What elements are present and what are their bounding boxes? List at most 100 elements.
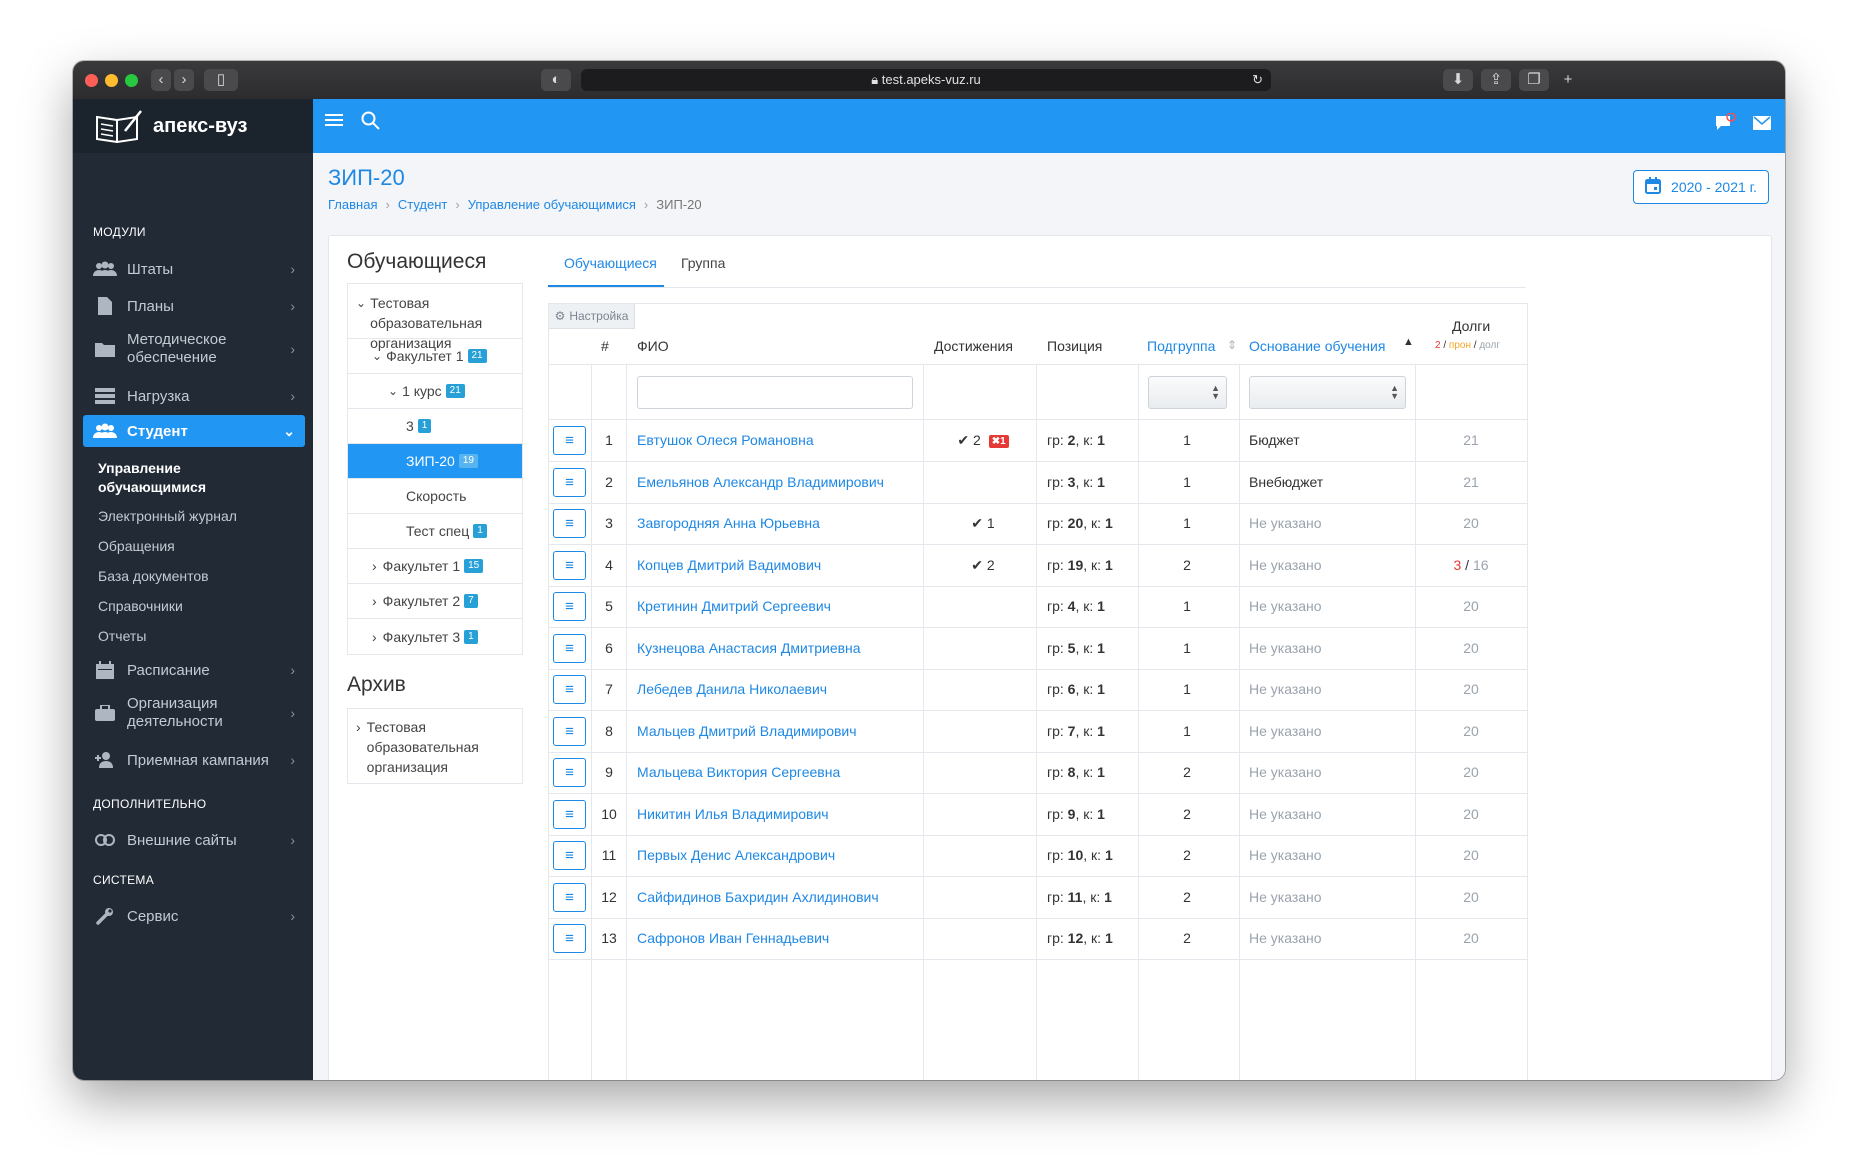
student-name-link[interactable]: Никитин Илья Владимирович	[637, 794, 829, 835]
tab-group[interactable]: Группа	[681, 255, 725, 271]
student-name-link[interactable]: Кузнецова Анастасия Дмитриевна	[637, 628, 861, 669]
sidebar-item-organization[interactable]: Организация деятельности ›	[83, 689, 305, 737]
forward-icon[interactable]: ›	[174, 69, 194, 91]
tree-row-faculty[interactable]: › Факультет 27	[348, 584, 522, 619]
brand[interactable]: апекс-вуз	[73, 99, 313, 153]
tree-row-faculty[interactable]: › Факультет 31	[348, 619, 522, 654]
minimize-window-button[interactable]	[105, 74, 118, 87]
mail-icon[interactable]	[1753, 116, 1771, 135]
sidebar-item-staff[interactable]: Штаты ›	[83, 251, 305, 287]
breadcrumb-student[interactable]: Студент	[398, 197, 448, 212]
tree-row-group[interactable]: 31	[348, 409, 522, 444]
row-menu-button[interactable]: ≡	[553, 882, 586, 912]
student-name-link[interactable]: Сайфидинов Бахридин Ахлидинович	[637, 877, 879, 918]
sort-both-icon[interactable]: ⇕	[1227, 338, 1237, 352]
sidebar-item-service[interactable]: Сервис ›	[83, 898, 305, 934]
table-row[interactable]: ≡ 5 Кретинин Дмитрий Сергеевич гр: 4, к: 11…	[549, 586, 1527, 628]
table-row[interactable]: ≡ 1 Евтушок Олеся Романовна ✔ 2 ✖1 гр: 2, к: …	[549, 420, 1527, 462]
row-menu-button[interactable]: ≡	[553, 592, 586, 621]
search-icon[interactable]	[361, 111, 380, 135]
row-menu-button[interactable]: ≡	[553, 467, 586, 497]
tabs-overview-icon[interactable]: ❐	[1519, 69, 1549, 91]
hamburger-icon[interactable]	[325, 112, 343, 133]
sidebar-toggle-icon[interactable]: ▯	[204, 69, 238, 91]
row-menu-button[interactable]: ≡	[553, 924, 586, 953]
sub-item-documents[interactable]: База документов	[98, 568, 209, 584]
student-name-link[interactable]: Завгородняя Анна Юрьевна	[637, 503, 820, 544]
sort-asc-icon[interactable]: ▲	[1403, 336, 1414, 348]
name-filter-input[interactable]	[637, 376, 913, 409]
table-row[interactable]: ≡ 13 Сафронов Иван Геннадьевич гр: 12, к: 1…	[549, 918, 1527, 960]
student-name-link[interactable]: Копцев Дмитрий Вадимович	[637, 545, 821, 586]
tree-row-org[interactable]: ⌄ Тестовая образовательная организация	[348, 284, 522, 351]
back-icon[interactable]: ‹	[151, 69, 171, 91]
achievements-cell	[933, 835, 1033, 876]
settings-button[interactable]: ⚙ Настройка	[549, 304, 635, 329]
share-icon[interactable]: ⇪	[1481, 69, 1511, 91]
table-row[interactable]: ≡ 12 Сайфидинов Бахридин Ахлидинович гр: 11…	[549, 877, 1527, 919]
row-menu-button[interactable]: ≡	[553, 509, 586, 538]
row-menu-button[interactable]: ≡	[553, 426, 586, 455]
sidebar-item-methodics[interactable]: Методическое обеспечение ›	[83, 325, 305, 373]
student-name-link[interactable]: Мальцев Дмитрий Владимирович	[637, 711, 857, 752]
row-menu-button[interactable]: ≡	[553, 841, 586, 870]
archive-row-org[interactable]: › Тестовая образовательная организация	[348, 709, 522, 783]
student-name-link[interactable]: Первых Денис Александрович	[637, 835, 835, 876]
breadcrumb-home[interactable]: Главная	[328, 197, 377, 212]
table-row[interactable]: ≡ 6 Кузнецова Анастасия Дмитриевна гр: 5, к…	[549, 628, 1527, 670]
address-bar[interactable]: 🔒︎ test.apeks-vuz.ru ↻	[581, 69, 1271, 91]
subgroup-cell: 2	[1183, 847, 1191, 863]
row-menu-button[interactable]: ≡	[553, 799, 586, 829]
close-window-button[interactable]	[85, 74, 98, 87]
sub-item-reports[interactable]: Отчеты	[98, 628, 146, 644]
shield-icon[interactable]: ◐	[541, 69, 571, 91]
breadcrumb-manage[interactable]: Управление обучающимися	[468, 197, 636, 212]
student-name-link[interactable]: Емельянов Александр Владимирович	[637, 462, 884, 503]
col-header-basis[interactable]: Основание обучения	[1249, 338, 1385, 354]
subgroup-filter-select[interactable]: ▲ ▼	[1148, 376, 1227, 409]
notifications-icon[interactable]	[1715, 112, 1737, 138]
row-menu-button[interactable]: ≡	[553, 550, 586, 580]
sidebar-item-student[interactable]: Студент ⌄	[83, 415, 305, 447]
row-menu-button[interactable]: ≡	[553, 758, 586, 787]
tree-row-group-selected[interactable]: ЗИП-20 19	[348, 444, 522, 479]
table-row[interactable]: ≡ 4 Копцев Дмитрий Вадимович ✔ 2 гр: 19, к: …	[549, 545, 1527, 587]
tree-row-group[interactable]: Скорость	[348, 479, 522, 514]
sub-item-journal[interactable]: Электронный журнал	[98, 508, 237, 524]
sub-item-manage-students[interactable]: Управление обучающимися	[98, 459, 218, 497]
sidebar-item-admission[interactable]: Приемная кампания ›	[83, 742, 305, 778]
tree-row-faculty[interactable]: › Факультет 1 15	[348, 549, 522, 584]
tree-row-group[interactable]: Тест спец 1	[348, 514, 522, 549]
row-menu-button[interactable]: ≡	[553, 675, 586, 704]
row-menu-button[interactable]: ≡	[553, 633, 586, 663]
download-icon[interactable]: ⬇︎	[1443, 69, 1473, 91]
col-header-subgroup[interactable]: Подгруппа	[1147, 338, 1215, 354]
sidebar-item-workload[interactable]: Нагрузка ›	[83, 378, 305, 414]
student-name-link[interactable]: Кретинин Дмитрий Сергеевич	[637, 586, 831, 627]
sub-item-requests[interactable]: Обращения	[98, 538, 175, 554]
academic-year-button[interactable]: 2020 - 2021 г.	[1633, 170, 1769, 204]
student-name-link[interactable]: Лебедев Данила Николаевич	[637, 669, 827, 710]
basis-filter-select[interactable]: ▲ ▼	[1249, 376, 1406, 409]
table-row[interactable]: ≡ 10 Никитин Илья Владимирович гр: 9, к: 1 2…	[549, 794, 1527, 836]
table-row[interactable]: ≡ 11 Первых Денис Александрович гр: 10, к: …	[549, 835, 1527, 877]
row-menu-button[interactable]: ≡	[553, 716, 586, 746]
student-name-link[interactable]: Мальцева Виктория Сергеевна	[637, 752, 840, 793]
table-row[interactable]: ≡ 7 Лебедев Данила Николаевич гр: 6, к: 11Н…	[549, 669, 1527, 711]
table-row[interactable]: ≡ 3 Завгородняя Анна Юрьевна ✔ 1 гр: 20, к: …	[549, 503, 1527, 545]
sub-item-dictionaries[interactable]: Справочники	[98, 598, 183, 614]
sidebar-item-schedule[interactable]: Расписание ›	[83, 652, 305, 688]
sidebar-item-external-sites[interactable]: Внешние сайты ›	[83, 822, 305, 858]
tab-students[interactable]: Обучающиеся	[564, 255, 657, 271]
sidebar-item-plans[interactable]: Планы ›	[83, 288, 305, 324]
student-name-link[interactable]: Евтушок Олеся Романовна	[637, 420, 814, 461]
new-tab-icon[interactable]: +	[1557, 69, 1579, 91]
table-row[interactable]: ≡ 8 Мальцев Дмитрий Владимирович гр: 7, к: …	[549, 711, 1527, 753]
table-row[interactable]: ≡ 9 Мальцева Виктория Сергеевна гр: 8, к: 1…	[549, 752, 1527, 794]
table-row[interactable]: ≡ 2 Емельянов Александр Владимирович гр: 3,…	[549, 462, 1527, 504]
tree-row-course[interactable]: ⌄ 1 курс 21	[348, 374, 522, 409]
col-header-name[interactable]: ФИО	[637, 338, 669, 354]
student-name-link[interactable]: Сафронов Иван Геннадьевич	[637, 918, 829, 959]
zoom-window-button[interactable]	[125, 74, 138, 87]
reload-icon[interactable]: ↻	[1252, 69, 1263, 91]
